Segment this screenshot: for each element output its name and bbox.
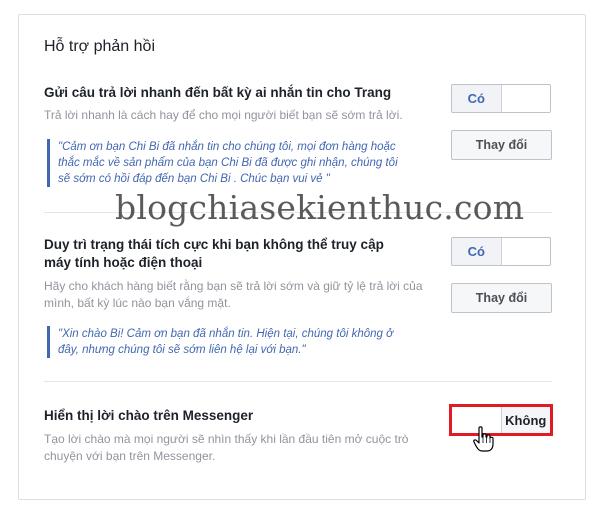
instant-reply-change-button[interactable]: Thay đổi [451, 130, 552, 160]
description-line: chuyện với bạn trên Messenger. [44, 449, 216, 463]
description-line: mình, bất kỳ lúc nào bạn vắng mặt. [44, 296, 231, 310]
heading-line: máy tính hoặc điện thoại [44, 255, 203, 270]
away-status-quote: "Xin chào Bi! Cảm ơn bạn đã nhắn tin. Hi… [47, 326, 430, 358]
greeting-heading: Hiển thị lời chào trên Messenger [44, 408, 254, 423]
greeting-description: Tạo lời chào mà mọi người sẽ nhìn thấy k… [44, 431, 408, 465]
quote-line: "Cảm ơn bạn Chi Bi đã nhắn tin cho chúng… [58, 141, 396, 153]
description-line: Tạo lời chào mà mọi người sẽ nhìn thấy k… [44, 432, 409, 446]
quote-line: đây, nhưng chúng tôi sẽ sớm liên hệ lại … [58, 344, 306, 356]
divider [44, 381, 552, 382]
quote-line: sẽ sớm có hồi đáp đến bạn Chi Bi . Chúc … [58, 173, 330, 185]
away-status-toggle[interactable]: Có [451, 237, 551, 266]
toggle-on-option[interactable]: Có [452, 238, 502, 265]
instant-reply-quote: "Cảm ơn bạn Chi Bi đã nhắn tin cho chúng… [47, 139, 430, 187]
toggle-off-option[interactable] [502, 238, 551, 265]
instant-reply-heading: Gửi câu trả lời nhanh đến bất kỳ ai nhắn… [44, 85, 392, 100]
away-status-heading: Duy trì trạng thái tích cực khi bạn khôn… [44, 236, 384, 272]
quote-line: thắc mắc về sản phẩm của bạn Chi Bi đã đ… [58, 157, 398, 169]
highlight-box [449, 404, 553, 436]
instant-reply-toggle[interactable]: Có [451, 84, 551, 113]
quote-line: "Xin chào Bi! Cảm ơn bạn đã nhắn tin. Hi… [58, 328, 394, 340]
hand-cursor-icon [473, 426, 494, 452]
toggle-off-option[interactable] [502, 85, 551, 112]
instant-reply-description: Trả lời nhanh là cách hay để cho mọi ngư… [44, 108, 403, 122]
toggle-on-option[interactable]: Có [452, 85, 502, 112]
heading-line: Duy trì trạng thái tích cực khi bạn khôn… [44, 237, 384, 252]
away-status-description: Hãy cho khách hàng biết rằng bạn sẽ trả … [44, 278, 423, 312]
description-line: Hãy cho khách hàng biết rằng bạn sẽ trả … [44, 279, 423, 293]
watermark: blogchiasekienthuc.com [115, 188, 525, 227]
section-title: Hỗ trợ phản hồi [44, 38, 155, 55]
away-status-change-button[interactable]: Thay đổi [451, 283, 552, 313]
